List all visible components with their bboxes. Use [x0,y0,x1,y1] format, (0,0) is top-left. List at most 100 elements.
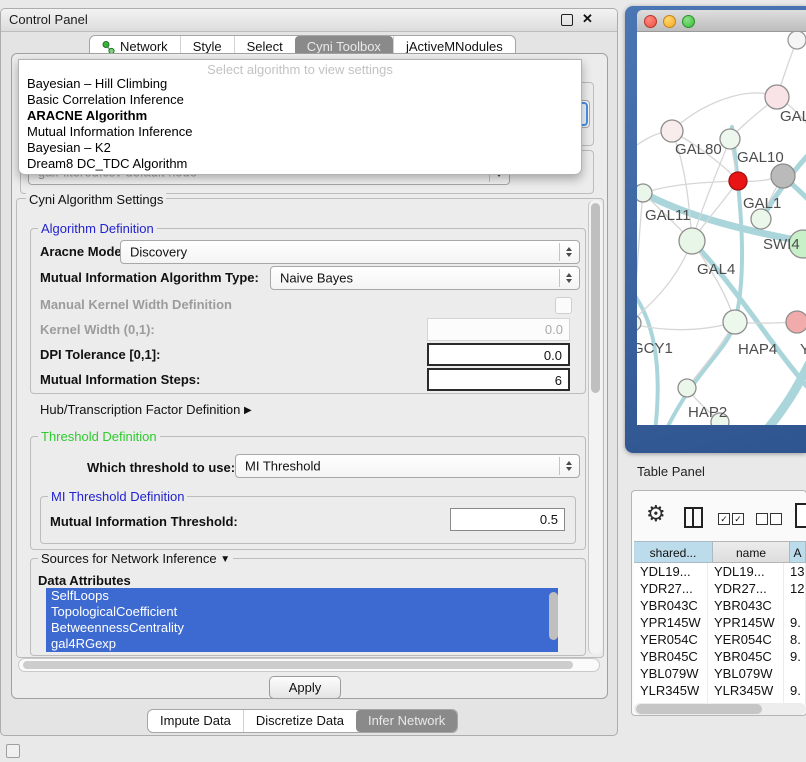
table-cell[interactable]: 9. [784,648,806,665]
table-cell[interactable]: YLR345W [708,682,784,699]
checked-checkbox-icon[interactable]: ✓ [718,513,730,525]
expander-right-icon[interactable]: ▶ [244,405,252,416]
table-row[interactable]: YDR27...YDR27...12 [634,580,806,597]
column-header-name[interactable]: name [713,541,790,563]
network-node[interactable] [661,120,683,142]
combo-stepper-icon[interactable] [559,243,577,261]
network-node[interactable] [679,228,705,254]
sources-group-title[interactable]: Sources for Network Inference ▼ [38,551,233,566]
float-window-icon[interactable] [561,14,573,26]
table-cell[interactable]: YER054C [634,631,708,648]
table-row[interactable]: YDL19...YDL19...13 [634,563,806,580]
tab-discretize-data[interactable]: Discretize Data [243,710,356,732]
attribute-list-item[interactable]: TopologicalCoefficient [46,604,558,620]
close-traffic-icon[interactable] [644,15,657,28]
network-node[interactable] [678,379,696,397]
algorithm-option[interactable]: Dream8 DC_TDC Algorithm [19,156,581,172]
table-cell[interactable]: 9. [784,682,806,699]
collapsed-panel-icon[interactable] [6,744,20,758]
table-cell[interactable]: 8. [784,631,806,648]
table-row[interactable]: YER054CYER054C8. [634,631,806,648]
dpi-tolerance-field[interactable]: 0.0 [427,343,570,366]
algorithm-option[interactable]: Mutual Information Inference [19,124,581,140]
minimize-traffic-icon[interactable] [663,15,676,28]
column-header-shared-name[interactable]: shared... [634,541,713,563]
settings-vertical-scrollbar[interactable] [588,200,602,654]
kernel-width-field[interactable]: 0.0 [427,318,570,341]
scrollbar-thumb[interactable] [591,203,600,393]
scrollbar-thumb[interactable] [636,704,762,714]
table-cell[interactable]: YER054C [708,631,784,648]
algorithm-option[interactable]: Basic Correlation Inference [19,92,581,108]
network-edge[interactable] [672,93,777,131]
gear-icon[interactable]: ⚙ [646,501,666,527]
table-cell[interactable] [784,665,806,682]
network-node[interactable] [729,172,747,190]
data-attributes-list[interactable]: SelfLoopsTopologicalCoefficientBetweenne… [46,588,558,652]
scrollbar-thumb[interactable] [23,661,573,669]
unchecked-checkbox-icon[interactable] [770,513,782,525]
table-cell[interactable]: YBL079W [634,665,708,682]
table-row[interactable]: YBR043CYBR043C [634,597,806,614]
close-icon[interactable]: ✕ [582,11,593,27]
table-cell[interactable]: YBL079W [708,665,784,682]
expander-down-icon[interactable]: ▼ [220,554,230,565]
table-row[interactable]: YBR045CYBR045C9. [634,648,806,665]
table-cell[interactable]: YPR145W [634,614,708,631]
tab-infer-network[interactable]: Infer Network [356,710,457,732]
network-graph[interactable]: GALGAL80GAL10GAL1GAL11SWI4GAL4GCY1HAP4YH… [637,32,806,425]
scrollbar-thumb[interactable] [549,592,558,640]
algorithm-option[interactable]: Bayesian – K2 [19,140,581,156]
algorithm-option[interactable]: ARACNE Algorithm [19,108,581,124]
column-header-clipped[interactable]: A [790,541,806,563]
combo-stepper-icon[interactable] [559,457,577,475]
algorithm-option[interactable]: Bayesian – Hill Climbing [19,76,581,92]
table-cell[interactable]: 13 [784,563,806,580]
table-cell[interactable]: 9. [784,614,806,631]
mi-type-combobox[interactable]: Naive Bayes [270,266,580,290]
table-horizontal-scrollbar[interactable] [634,703,806,715]
table-cell[interactable]: YBR045C [634,648,708,665]
network-node[interactable] [765,85,789,109]
network-canvas[interactable]: GALGAL80GAL10GAL1GAL11SWI4GAL4GCY1HAP4YH… [637,32,806,425]
table-cell[interactable]: YPR145W [708,614,784,631]
table-cell[interactable]: YBR043C [708,597,784,614]
network-node[interactable] [788,32,806,49]
table-cell[interactable]: YLR345W [634,682,708,699]
network-edge[interactable] [765,364,806,425]
checked-checkbox-icon[interactable]: ✓ [732,513,744,525]
table-row[interactable]: YPR145WYPR145W9. [634,614,806,631]
network-node[interactable] [786,311,806,333]
attribute-list-item[interactable]: gal4RGexp [46,636,558,652]
table-cell[interactable]: YDR27... [708,580,784,597]
attribute-list-item[interactable]: BetweennessCentrality [46,620,558,636]
network-node[interactable] [637,184,652,202]
mi-steps-field[interactable]: 6 [427,368,570,391]
attribute-list-item[interactable]: SelfLoops [46,588,558,604]
which-threshold-combobox[interactable]: MI Threshold [235,454,580,478]
network-node[interactable] [751,209,771,229]
manual-kernel-checkbox[interactable] [555,297,572,314]
table-row[interactable]: YBL079WYBL079W [634,665,806,682]
tab-impute-data[interactable]: Impute Data [148,710,243,732]
mi-threshold-field[interactable]: 0.5 [450,508,565,531]
network-node[interactable] [723,310,747,334]
table-cell[interactable]: YDL19... [708,563,784,580]
table-body[interactable]: YDL19...YDL19...13YDR27...YDR27...12YBR0… [634,563,806,705]
unchecked-checkbox-icon[interactable] [756,513,768,525]
table-cell[interactable]: YBR043C [634,597,708,614]
network-node[interactable] [637,315,641,331]
combo-stepper-icon[interactable] [559,269,577,287]
table-cell[interactable]: YBR045C [708,648,784,665]
network-window-titlebar[interactable] [637,10,806,32]
split-columns-icon[interactable] [684,507,703,528]
apply-button[interactable]: Apply [269,676,341,699]
table-row[interactable]: YLR345WYLR345W9. [634,682,806,699]
hub-definition-expander[interactable]: Hub/Transcription Factor Definition ▶ [40,402,252,417]
network-node[interactable] [720,129,740,149]
aracne-mode-combobox[interactable]: Discovery [120,240,580,264]
settings-horizontal-scrollbar[interactable] [18,658,600,672]
table-cell[interactable]: YDR27... [634,580,708,597]
zoom-traffic-icon[interactable] [682,15,695,28]
table-cell[interactable]: YDL19... [634,563,708,580]
